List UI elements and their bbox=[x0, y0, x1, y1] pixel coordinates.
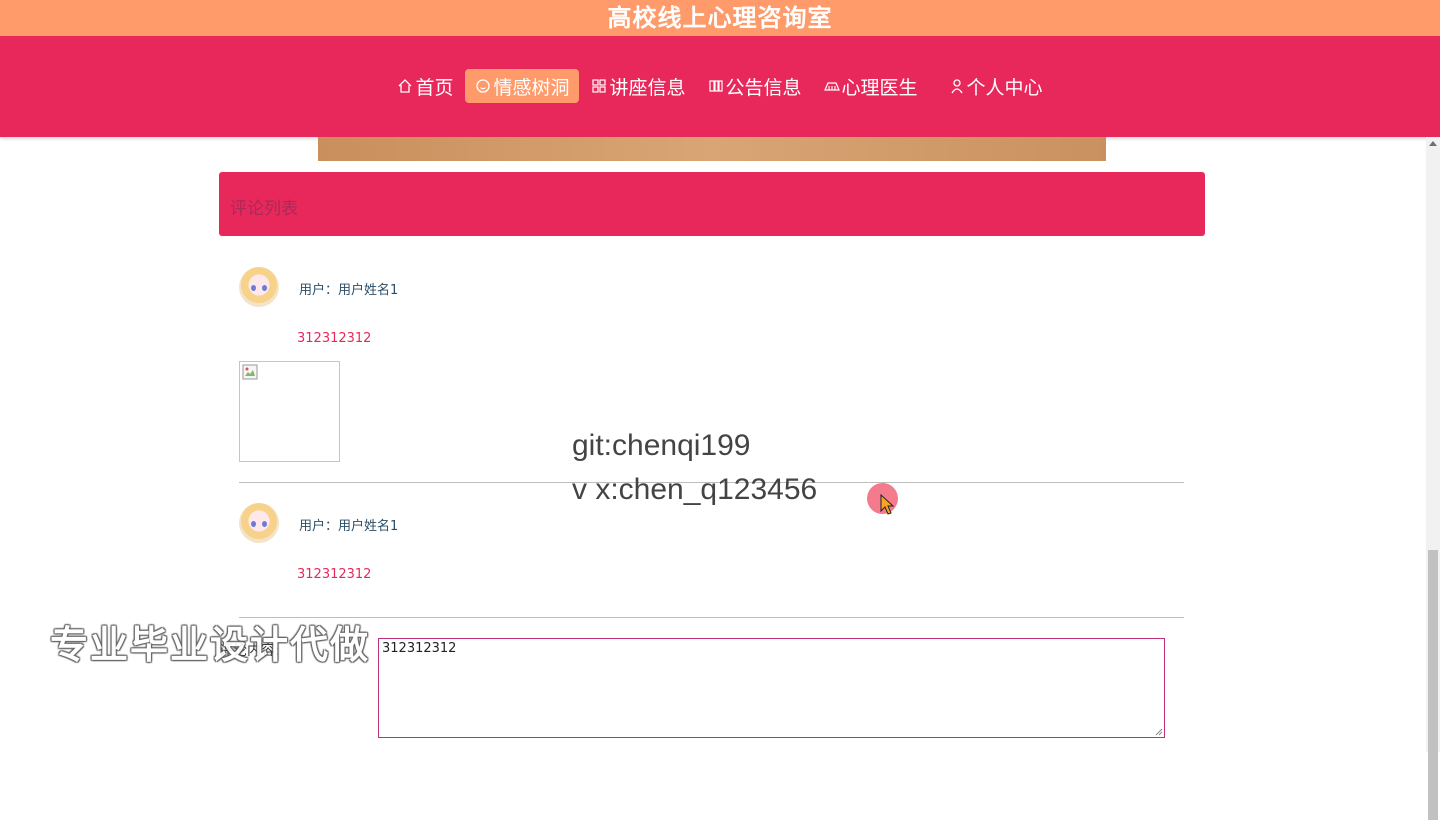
nav-item-doctors[interactable]: 心理医生 bbox=[814, 69, 928, 103]
nav-item-label: 首页 bbox=[415, 76, 454, 99]
comment-image bbox=[239, 361, 340, 462]
divider bbox=[239, 617, 1184, 618]
section-title: 评论列表 bbox=[230, 199, 298, 219]
nav-item-home[interactable]: 首页 bbox=[387, 69, 463, 103]
resize-grip-icon[interactable] bbox=[1155, 728, 1163, 736]
user-icon bbox=[949, 78, 965, 94]
site-title: 高校线上心理咨询室 bbox=[0, 0, 1440, 36]
nav-item-label: 心理医生 bbox=[841, 76, 918, 99]
main-navbar: 首页 情感树洞 讲座信息 公告信息 心理医生 个人中心 bbox=[0, 36, 1440, 137]
scroll-up-icon[interactable] bbox=[1429, 141, 1437, 146]
mouse-cursor-icon bbox=[880, 494, 895, 515]
nav-item-label: 个人中心 bbox=[966, 76, 1043, 99]
notice-icon bbox=[708, 78, 724, 94]
comment-textarea-value: 312312312 bbox=[382, 641, 457, 656]
avatar bbox=[239, 503, 279, 543]
nav-item-announcements[interactable]: 公告信息 bbox=[698, 69, 812, 103]
banner-image bbox=[318, 137, 1106, 161]
nav-item-emotion-tree-hole[interactable]: 情感树洞 bbox=[465, 69, 580, 103]
avatar bbox=[239, 267, 279, 307]
watermark-git: git:chenqi199 bbox=[572, 429, 751, 462]
watermark-promo: 专业毕业设计代做 bbox=[50, 623, 371, 667]
nav-item-personal-center[interactable]: 个人中心 bbox=[939, 69, 1053, 103]
scrollbar-thumb[interactable] bbox=[1428, 550, 1438, 820]
comment-textarea[interactable]: 312312312 bbox=[378, 638, 1165, 738]
watermark-wechat: v x:chen_q123456 bbox=[572, 473, 818, 506]
comment-content: 312312312 bbox=[297, 567, 372, 582]
nav-item-lectures[interactable]: 讲座信息 bbox=[581, 69, 695, 103]
smile-icon bbox=[475, 78, 491, 94]
comment-user: 用户：用户姓名1 bbox=[299, 283, 399, 298]
comment-user: 用户：用户姓名1 bbox=[299, 519, 399, 534]
nav-item-label: 讲座信息 bbox=[609, 76, 686, 99]
doctor-icon bbox=[823, 78, 840, 94]
page-scrollbar[interactable] bbox=[1426, 137, 1440, 820]
comment-content: 312312312 bbox=[297, 331, 372, 346]
grid-icon bbox=[591, 78, 607, 94]
watermark-contact: git:chenqi199 v x:chen_q123456 bbox=[572, 424, 817, 512]
comments-section-header: 评论列表 bbox=[219, 172, 1205, 236]
broken-image-icon bbox=[242, 364, 258, 380]
home-icon bbox=[397, 78, 413, 94]
nav-item-label: 公告信息 bbox=[725, 76, 802, 99]
nav-item-label: 情感树洞 bbox=[493, 76, 570, 99]
